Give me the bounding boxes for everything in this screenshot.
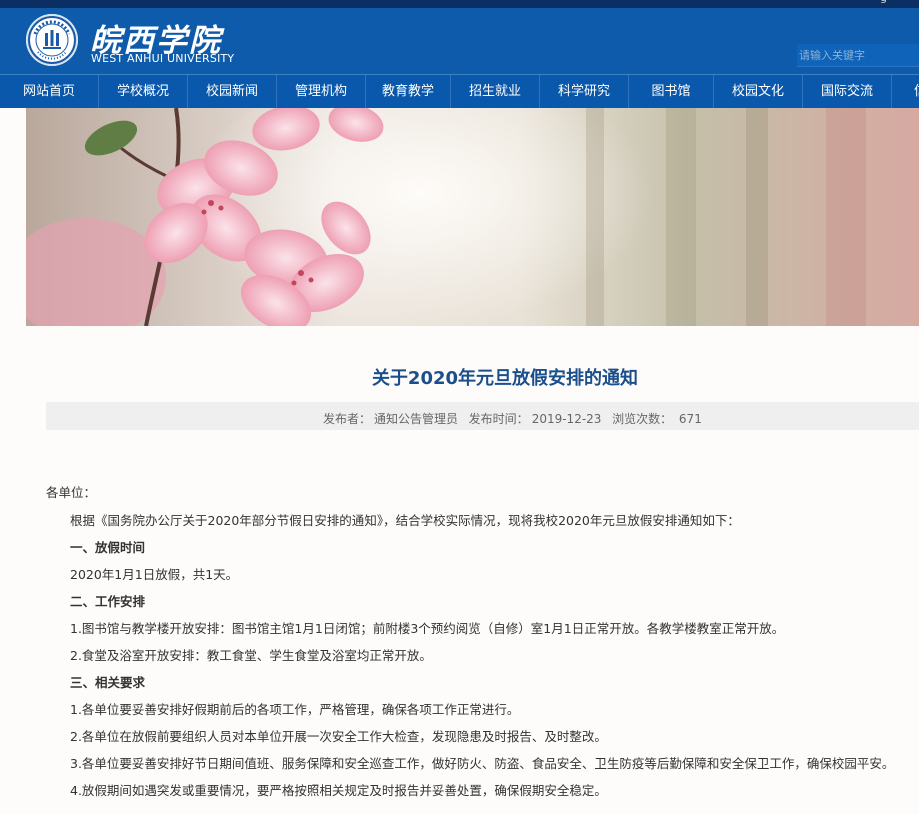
nav-item-home[interactable]: 网站首页 (0, 75, 99, 108)
nav-item-research[interactable]: 科学研究 (540, 75, 629, 108)
date-value: 2019-12-23 (531, 412, 602, 426)
nav-item-info[interactable]: 信息 (892, 75, 919, 108)
views-label: 浏览次数： (612, 412, 673, 426)
work-item-2: 2.食堂及浴室开放安排：教工食堂、学生食堂及浴室均正常开放。 (70, 648, 432, 663)
date-label: 发布时间： (468, 412, 529, 426)
banner-image (26, 108, 919, 326)
requirement-item-2: 2.各单位在放假前要组织人员对本单位开展一次安全工作大检查，发现隐患及时报告、及… (70, 729, 607, 744)
site-header: 皖西学院 WEST ANHUI UNIVERSITY (0, 8, 919, 74)
publisher-value: 通知公告管理员 (374, 412, 459, 426)
nav-item-library[interactable]: 图书馆 (629, 75, 714, 108)
logo-english-name: WEST ANHUI UNIVERSITY (91, 52, 235, 65)
holiday-text: 2020年1月1日放假，共1天。 (70, 567, 239, 582)
nav-item-international[interactable]: 国际交流 (803, 75, 892, 108)
salutation: 各单位： (46, 485, 97, 500)
search-input[interactable] (797, 44, 919, 67)
section-heading-holiday: 一、放假时间 (70, 540, 146, 555)
article-title: 关于2020年元旦放假安排的通知 (371, 368, 639, 389)
article-meta: 发布者： 通知公告管理员 发布时间： 2019-12-23 浏览次数： 671 (323, 410, 705, 427)
main-nav: 网站首页 学校概况 校园新闻 管理机构 教育教学 招生就业 科学研究 图书馆 校… (0, 74, 919, 108)
nav-item-education[interactable]: 教育教学 (366, 75, 451, 108)
top-bar: g (0, 0, 919, 8)
nav-item-news[interactable]: 校园新闻 (188, 75, 277, 108)
nav-item-departments[interactable]: 管理机构 (277, 75, 366, 108)
nav-item-campus-culture[interactable]: 校园文化 (714, 75, 803, 108)
section-heading-work: 二、工作安排 (70, 594, 146, 609)
views-value: 671 (678, 412, 702, 426)
nav-item-admissions[interactable]: 招生就业 (451, 75, 540, 108)
publisher-label: 发布者： (323, 412, 372, 426)
intro-paragraph: 根据《国务院办公厅关于2020年部分节假日安排的通知》，结合学校实际情况，现将我… (70, 513, 740, 528)
requirement-item-1: 1.各单位要妥善安排好假期前后的各项工作，严格管理，确保各项工作正常进行。 (70, 702, 520, 717)
logo-chinese-name[interactable]: 皖西学院 (90, 15, 226, 59)
nav-item-about[interactable]: 学校概况 (99, 75, 188, 108)
requirement-item-4: 4.放假期间如遇突发或重要情况，要严格按照相关规定及时报告并妥善处置，确保假期安… (70, 783, 607, 798)
section-heading-requirements: 三、相关要求 (70, 675, 146, 690)
work-item-1: 1.图书馆与教学楼开放安排：图书馆主馆1月1日闭馆；前附楼3个预约阅览（自修）室… (70, 621, 785, 636)
university-seal-logo[interactable] (26, 14, 78, 66)
requirement-item-3: 3.各单位要妥善安排好节日期间值班、服务保障和安全巡查工作，做好防火、防盗、食品… (70, 756, 895, 771)
top-bar-text: g (880, 0, 887, 4)
